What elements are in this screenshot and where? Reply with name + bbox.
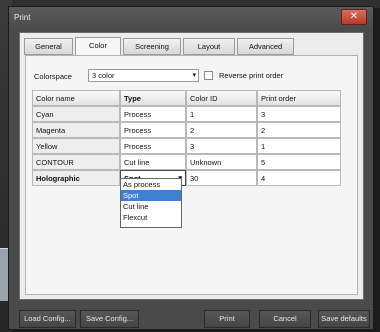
table-cell-type[interactable]: Cut line	[120, 154, 186, 170]
colorspace-select[interactable]: 3 color ▾	[88, 69, 199, 82]
table-cell-type[interactable]: Process	[120, 122, 186, 138]
table-cell-color-id[interactable]: 2	[186, 122, 257, 138]
table-cell-color-id[interactable]: 1	[186, 106, 257, 122]
save-config-button[interactable]: Save Config...	[80, 310, 139, 328]
dialog-title: Print	[14, 13, 31, 22]
table-cell-type[interactable]: Process	[120, 138, 186, 154]
table-cell-color-name[interactable]: Magenta	[32, 122, 120, 138]
chevron-down-icon: ▾	[192, 72, 196, 79]
table-cell-print-order[interactable]: 1	[257, 138, 341, 154]
table-cell-color-name[interactable]: Cyan	[32, 106, 120, 122]
cancel-button[interactable]: Cancel	[259, 310, 311, 328]
table-cell-color-name[interactable]: Yellow	[32, 138, 120, 154]
table-cell-type[interactable]: Process	[120, 106, 186, 122]
title-bar: Print ✕	[9, 7, 373, 29]
tab-advanced[interactable]: Advanced	[237, 38, 294, 55]
column-header-type[interactable]: Type	[120, 90, 186, 106]
tab-panel: General Color Screening Layout Advanced …	[19, 32, 364, 300]
table-cell-color-name[interactable]: Holographic	[32, 170, 120, 186]
color-table: Color name Type Color ID Print order Cya…	[32, 90, 366, 240]
tab-general[interactable]: General	[24, 38, 73, 55]
colorspace-value: 3 color	[92, 71, 115, 80]
dropdown-option[interactable]: Cut line	[121, 201, 181, 212]
close-button[interactable]: ✕	[341, 9, 367, 25]
dropdown-option[interactable]: As process	[121, 179, 181, 190]
tab-bar: General Color Screening Layout Advanced	[20, 37, 363, 56]
load-config-button[interactable]: Load Config...	[19, 310, 76, 328]
table-cell-print-order[interactable]: 2	[257, 122, 341, 138]
tab-layout[interactable]: Layout	[183, 38, 235, 55]
table-cell-color-id[interactable]: 30	[186, 170, 257, 186]
tab-color[interactable]: Color	[75, 37, 121, 56]
dropdown-option[interactable]: Flexcut	[121, 212, 181, 223]
print-button[interactable]: Print	[204, 310, 250, 328]
table-cell-print-order[interactable]: 5	[257, 154, 341, 170]
column-header-color-id[interactable]: Color ID	[186, 90, 257, 106]
dropdown-option-selected[interactable]: Spot	[121, 190, 181, 201]
table-cell-print-order[interactable]: 3	[257, 106, 341, 122]
reverse-print-order-label: Reverse print order	[219, 71, 284, 80]
column-header-print-order[interactable]: Print order	[257, 90, 341, 106]
column-header-color-name[interactable]: Color name	[32, 90, 120, 106]
save-defaults-button[interactable]: Save defaults	[318, 310, 370, 328]
table-cell-color-id[interactable]: 3	[186, 138, 257, 154]
colorspace-label: Colorspace	[34, 72, 72, 81]
table-cell-color-name[interactable]: CONTOUR	[32, 154, 120, 170]
table-cell-print-order[interactable]: 4	[257, 170, 341, 186]
table-cell-color-id[interactable]: Unknown	[186, 154, 257, 170]
reverse-print-order-checkbox[interactable]	[204, 71, 213, 80]
print-dialog: Print ✕ General Color Screening Layout A…	[8, 6, 374, 330]
color-tab-content: Colorspace 3 color ▾ Reverse print order…	[25, 55, 358, 295]
type-dropdown-list: As process Spot Cut line Flexcut	[120, 178, 182, 228]
tab-screening[interactable]: Screening	[123, 38, 181, 55]
close-icon: ✕	[349, 11, 359, 22]
